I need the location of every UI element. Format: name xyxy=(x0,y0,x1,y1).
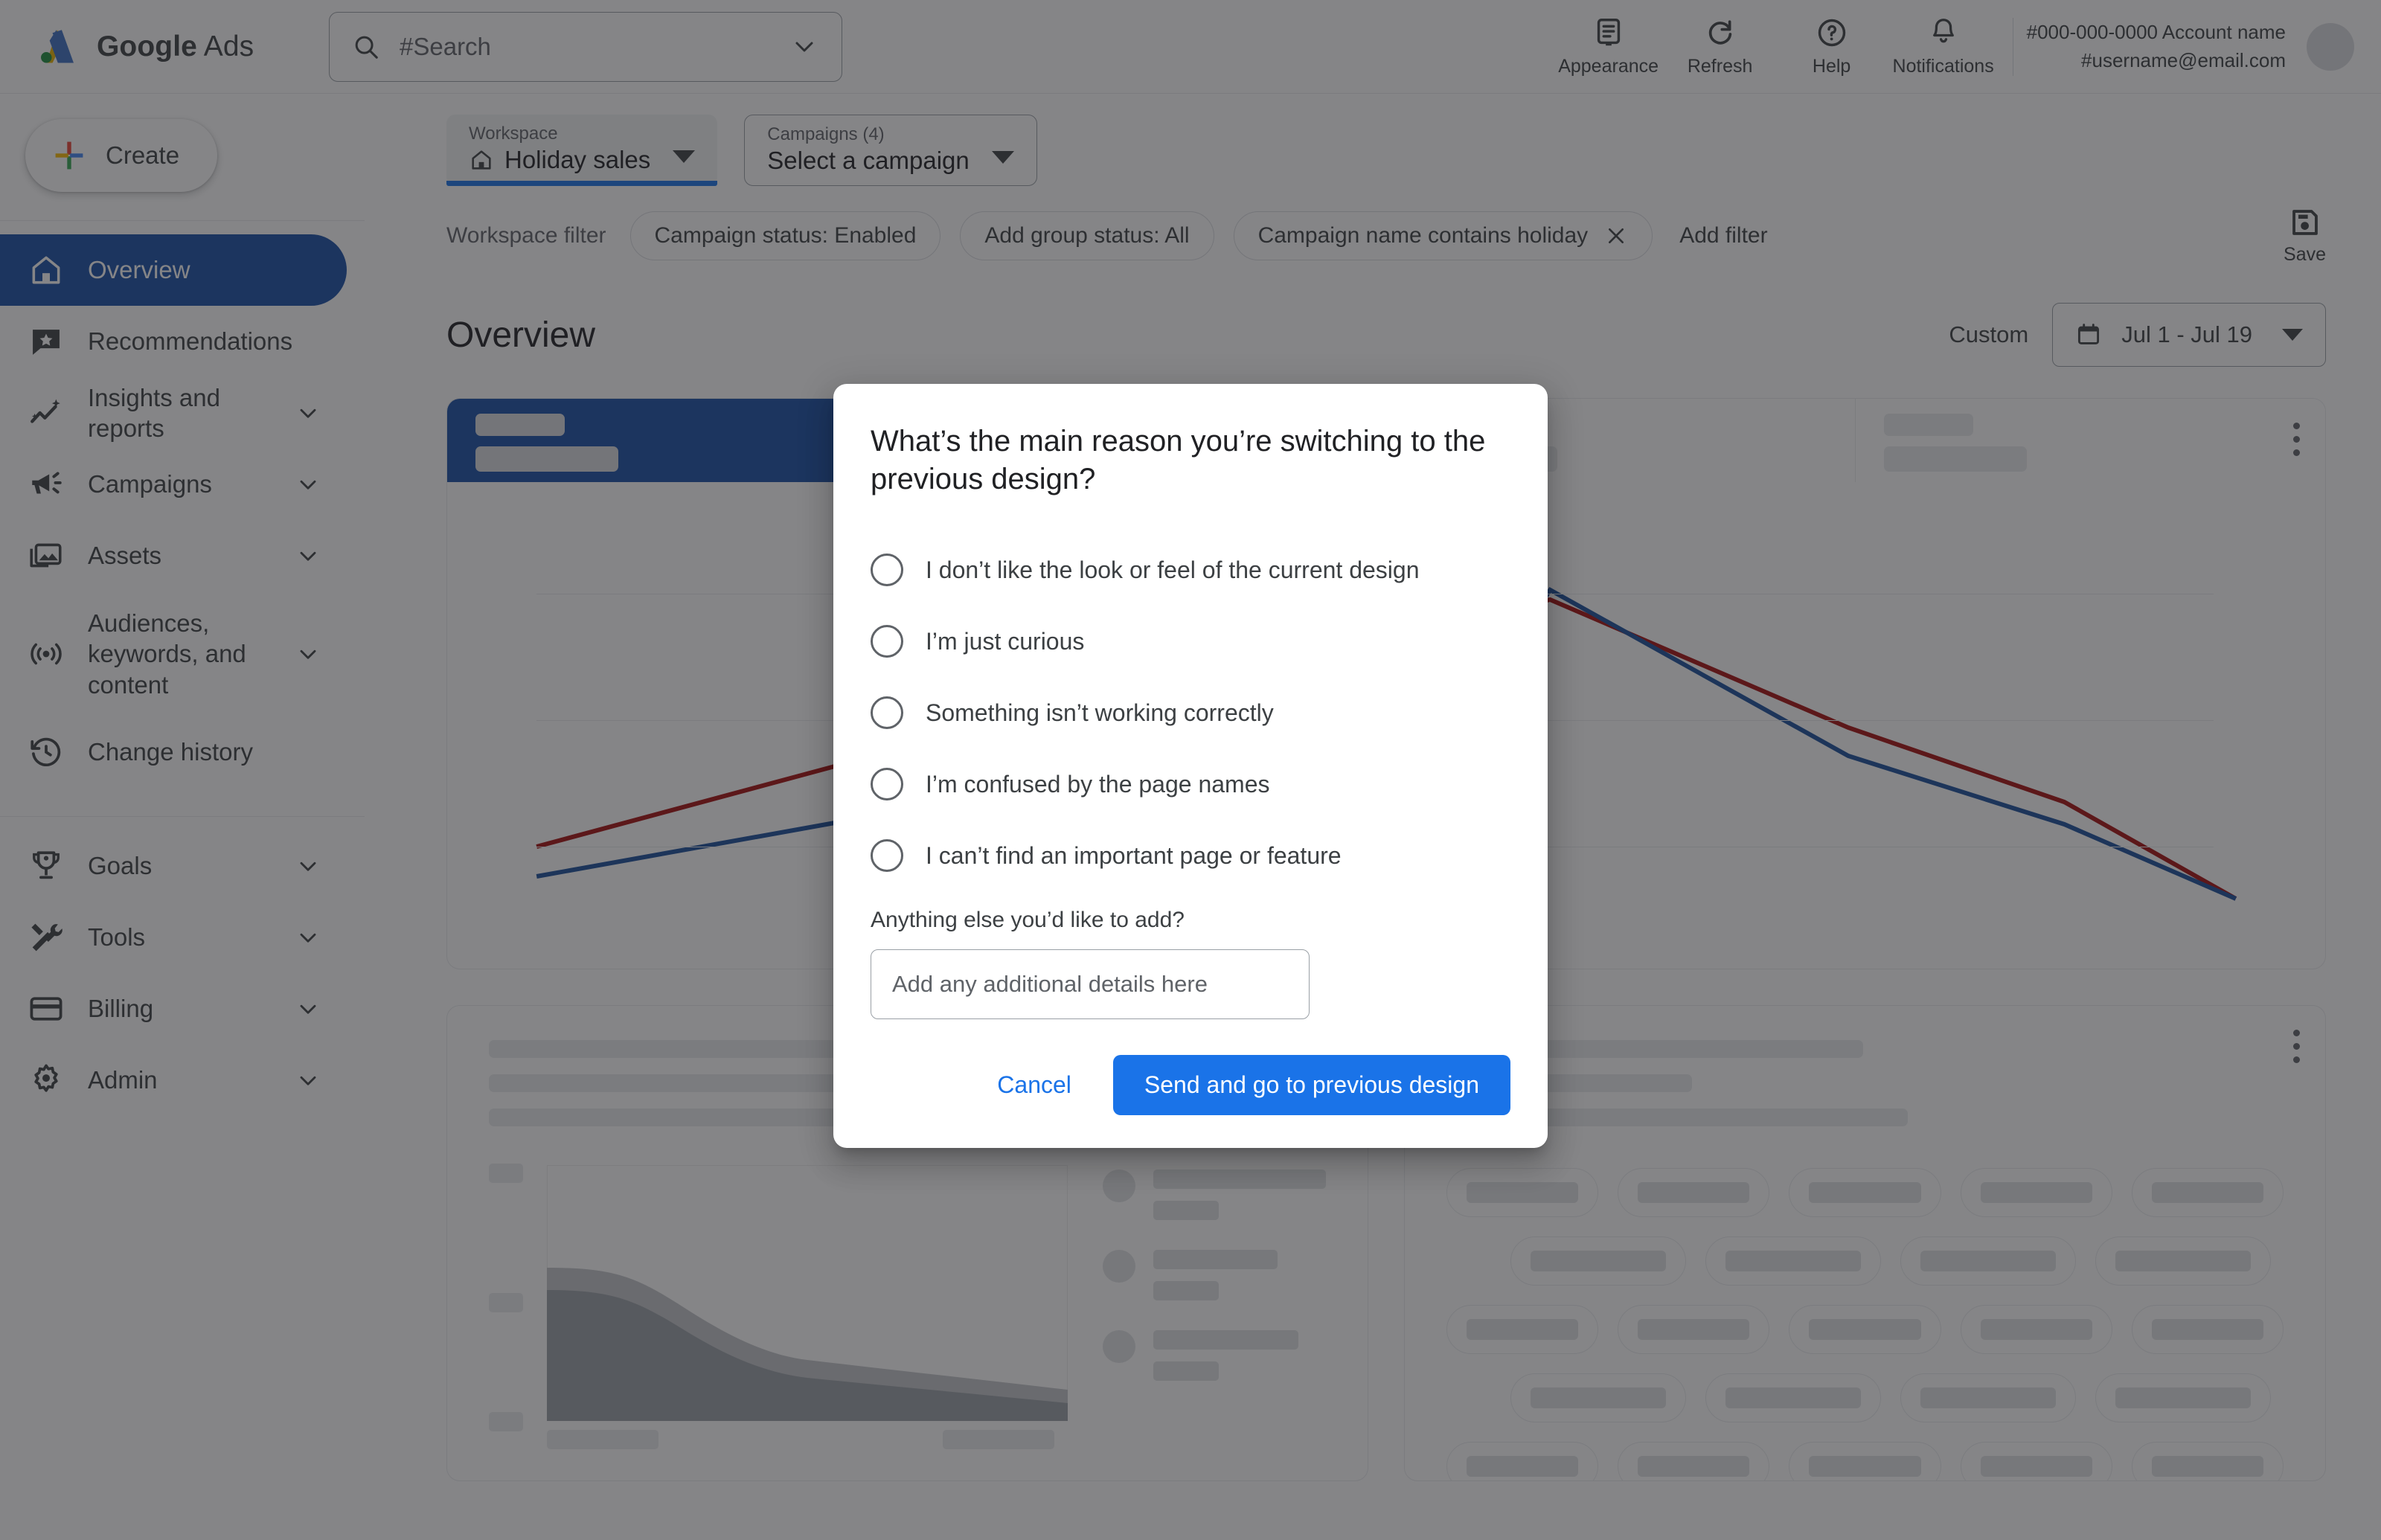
radio-option-2[interactable]: Something isn’t working correctly xyxy=(871,677,1510,748)
radio-button[interactable] xyxy=(871,625,903,658)
radio-option-label: I’m confused by the page names xyxy=(926,770,1270,798)
send-and-go-to-previous-design-button[interactable]: Send and go to previous design xyxy=(1112,1055,1510,1116)
radio-option-4[interactable]: I can’t find an important page or featur… xyxy=(871,820,1510,891)
app-root: Google Ads #Search xyxy=(0,0,2381,1540)
followup-label: Anything else you’d like to add? xyxy=(871,908,1185,933)
radio-option-label: I can’t find an important page or featur… xyxy=(926,841,1342,869)
switch-design-feedback-dialog: What’s the main reason you’re switching … xyxy=(833,384,1548,1149)
radio-option-label: Something isn’t working correctly xyxy=(926,699,1274,726)
radio-button[interactable] xyxy=(871,554,903,587)
additional-details-placeholder: Add any additional details here xyxy=(892,971,1208,998)
radio-option-1[interactable]: I’m just curious xyxy=(871,606,1510,677)
radio-option-label: I don’t like the look or feel of the cur… xyxy=(926,556,1420,583)
radio-option-3[interactable]: I’m confused by the page names xyxy=(871,748,1510,820)
dialog-title: What’s the main reason you’re switching … xyxy=(871,425,1486,496)
radio-option-label: I’m just curious xyxy=(926,627,1085,655)
radio-button[interactable] xyxy=(871,839,903,873)
radio-button[interactable] xyxy=(871,768,903,801)
radio-option-0[interactable]: I don’t like the look or feel of the cur… xyxy=(871,534,1510,606)
dialog-actions: Cancel Send and go to previous design xyxy=(871,1055,1510,1116)
radio-button[interactable] xyxy=(871,696,903,730)
additional-details-input[interactable]: Add any additional details here xyxy=(871,949,1310,1020)
cancel-button[interactable]: Cancel xyxy=(972,1056,1097,1114)
